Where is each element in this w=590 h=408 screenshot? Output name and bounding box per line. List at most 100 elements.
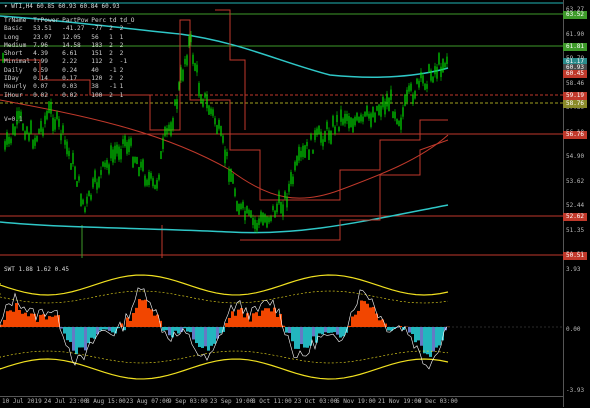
histogram-bar (141, 300, 144, 327)
candle-body (138, 167, 139, 176)
stats-cell: Minimal (4, 58, 33, 66)
candle-body (70, 163, 71, 170)
candle-body (186, 55, 187, 65)
stats-cell: 1 (120, 34, 138, 42)
candle-body (212, 109, 213, 115)
candle-body (410, 84, 411, 91)
stats-cell: 0.03 (62, 83, 91, 91)
candle-body (118, 147, 119, 160)
candle-body (10, 138, 11, 143)
histogram-bar (60, 327, 63, 329)
stats-row: Long23.0712.055611 (4, 34, 138, 42)
stats-cell: 0.07 (33, 83, 62, 91)
indicator-canvas[interactable] (0, 263, 563, 396)
candle-body (126, 142, 127, 154)
price-chart-pane[interactable]: ▾ WTI,H4 60.85 60.93 60.84 60.93 TrName … (0, 0, 563, 264)
histogram-bar (339, 327, 342, 338)
price-level-tag: 61.81 (563, 43, 587, 51)
stats-cell: 56 (91, 34, 109, 42)
candle-body (436, 67, 437, 79)
candle-body (284, 192, 285, 199)
histogram-bar (51, 317, 54, 327)
histogram-bar (150, 309, 153, 327)
time-axis-label: 8 Aug 15:00 (86, 398, 126, 405)
candle-body (380, 106, 381, 117)
stats-cell: 1.99 (33, 58, 62, 66)
stats-cell: 151 (91, 50, 109, 58)
candle-body (294, 162, 295, 170)
candle-body (382, 97, 383, 108)
histogram-bar (423, 327, 426, 353)
histogram-bar (357, 311, 360, 327)
candle-body (372, 107, 373, 117)
candle-body (374, 113, 375, 122)
stats-cell: 0.59 (33, 67, 62, 75)
stats-cell: 2 (109, 42, 119, 50)
time-axis-label: 24 Jul 23:00 (44, 398, 87, 405)
candle-body (132, 157, 133, 168)
histogram-bar (387, 327, 390, 330)
histogram-bar (129, 321, 132, 327)
indicator-pane[interactable]: SWT 1.88 1.62 0.45 (0, 263, 563, 396)
candle-body (164, 127, 165, 136)
moving-average-line (0, 205, 448, 233)
stats-cell: 2 (120, 50, 138, 58)
candle-body (422, 75, 423, 83)
candle-body (236, 201, 237, 211)
stats-cell: -1 (120, 58, 138, 66)
price-level-tag: 60.45 (563, 70, 587, 78)
candle-body (96, 182, 97, 189)
candle-body (230, 169, 231, 182)
candle-body (100, 170, 101, 175)
stats-row: IDay0.140.1712022 (4, 75, 138, 83)
stats-row: Basic53.51-41.27-7722 (4, 25, 138, 33)
candle-body (44, 116, 45, 124)
histogram-bar (291, 327, 294, 341)
histogram-bar (312, 327, 315, 336)
histogram-bar (285, 327, 288, 333)
histogram-bar (42, 314, 45, 327)
indicator-axis-label: -3.93 (566, 387, 584, 394)
price-level-tag: 56.76 (563, 131, 587, 139)
stats-header-cell: TrPower (33, 17, 62, 25)
candle-body (192, 55, 193, 64)
histogram-bar (69, 327, 72, 342)
histogram-bar (381, 319, 384, 327)
histogram-bar (9, 310, 12, 327)
candle-body (446, 57, 447, 64)
histogram-bar (165, 327, 168, 330)
histogram-bar (411, 327, 414, 334)
histogram-bar (321, 327, 324, 334)
histogram-bar (327, 327, 330, 333)
stats-cell: 0.14 (33, 75, 62, 83)
histogram-bar (105, 327, 108, 330)
candle-body (254, 220, 255, 229)
stats-header-cell: td_O (120, 17, 138, 25)
candle-body (330, 131, 331, 144)
histogram-bar (108, 327, 111, 331)
time-axis-label: 10 Jul 2019 (2, 398, 42, 405)
time-axis-label: 9 Sep 03:00 (168, 398, 208, 405)
histogram-bar (318, 327, 321, 333)
candle-body (392, 111, 393, 118)
histogram-bar (237, 310, 240, 327)
histogram-bar (408, 327, 411, 333)
candle-body (248, 210, 249, 215)
stats-cell: 14.58 (62, 42, 91, 50)
candle-body (290, 172, 291, 184)
histogram-bar (186, 327, 189, 332)
candle-body (300, 151, 301, 157)
candle-body (432, 77, 433, 83)
candle-body (188, 36, 189, 46)
histogram-bar (330, 327, 333, 333)
candle-body (394, 112, 395, 119)
stats-cell: 23.07 (33, 34, 62, 42)
histogram-bar (354, 315, 357, 327)
candle-body (434, 66, 435, 74)
collapse-triangle-icon[interactable]: ▾ (4, 3, 8, 10)
histogram-bar (183, 327, 186, 328)
candle-body (310, 134, 311, 140)
candle-body (172, 118, 173, 130)
candle-body (282, 204, 283, 216)
time-axis[interactable]: 10 Jul 201924 Jul 23:008 Aug 15:0023 Aug… (0, 396, 563, 408)
